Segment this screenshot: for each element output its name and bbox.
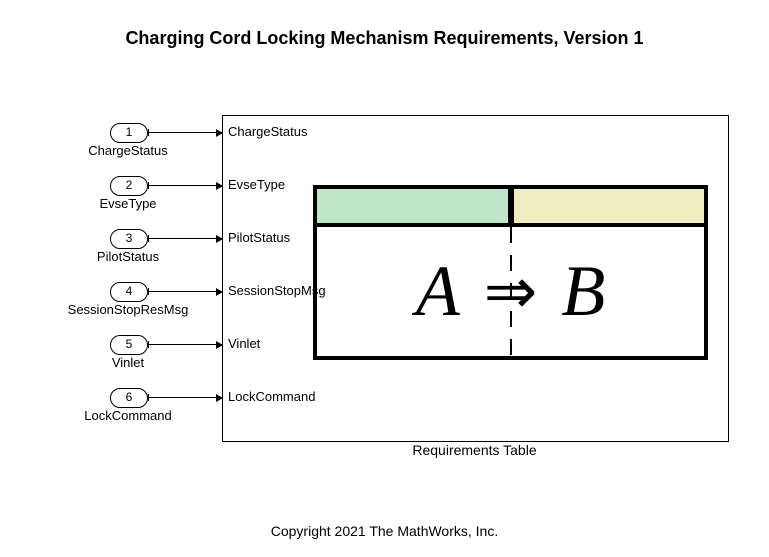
icon-a: A xyxy=(416,250,460,333)
inport-label-vinlet: Vinlet xyxy=(63,355,193,370)
icon-header xyxy=(317,189,704,227)
signal-wire-chargestatus[interactable] xyxy=(147,132,222,133)
inport-label-evsetype: EvseType xyxy=(63,196,193,211)
icon-b: B xyxy=(561,250,605,333)
inport-evsetype[interactable]: 2 xyxy=(110,176,148,196)
icon-header-precondition xyxy=(317,189,514,223)
icon-body: A ⇒ B xyxy=(317,227,704,356)
icon-implication: A ⇒ B xyxy=(317,227,704,356)
signal-wire-lockcommand[interactable] xyxy=(147,397,222,398)
diagram-title: Charging Cord Locking Mechanism Requirem… xyxy=(0,28,769,49)
inport-vinlet[interactable]: 5 xyxy=(110,335,148,355)
port-label-sessionstopmsg: SessionStopMsg xyxy=(228,283,326,298)
signal-wire-sessionstopmsg[interactable] xyxy=(147,291,222,292)
signal-wire-pilotstatus[interactable] xyxy=(147,238,222,239)
requirements-table-caption: Requirements Table xyxy=(222,442,727,458)
signal-wire-evsetype[interactable] xyxy=(147,185,222,186)
port-label-evsetype: EvseType xyxy=(228,177,285,192)
inport-chargestatus[interactable]: 1 xyxy=(110,123,148,143)
port-label-lockcommand: LockCommand xyxy=(228,389,315,404)
requirements-table-icon: A ⇒ B xyxy=(313,185,708,360)
port-label-pilotstatus: PilotStatus xyxy=(228,230,290,245)
port-label-chargestatus: ChargeStatus xyxy=(228,124,308,139)
icon-header-postcondition xyxy=(514,189,705,223)
inport-label-pilotstatus: PilotStatus xyxy=(63,249,193,264)
inport-label-lockcommand: LockCommand xyxy=(63,408,193,423)
inport-pilotstatus[interactable]: 3 xyxy=(110,229,148,249)
inport-sessionstopmsg[interactable]: 4 xyxy=(110,282,148,302)
copyright-text: Copyright 2021 The MathWorks, Inc. xyxy=(0,523,769,539)
port-label-vinlet: Vinlet xyxy=(228,336,260,351)
inport-label-sessionstopmsg: SessionStopResMsg xyxy=(63,302,193,317)
simulink-canvas[interactable]: Charging Cord Locking Mechanism Requirem… xyxy=(0,0,769,557)
signal-wire-vinlet[interactable] xyxy=(147,344,222,345)
implies-icon: ⇒ xyxy=(484,255,538,329)
inport-lockcommand[interactable]: 6 xyxy=(110,388,148,408)
inport-label-chargestatus: ChargeStatus xyxy=(63,143,193,158)
